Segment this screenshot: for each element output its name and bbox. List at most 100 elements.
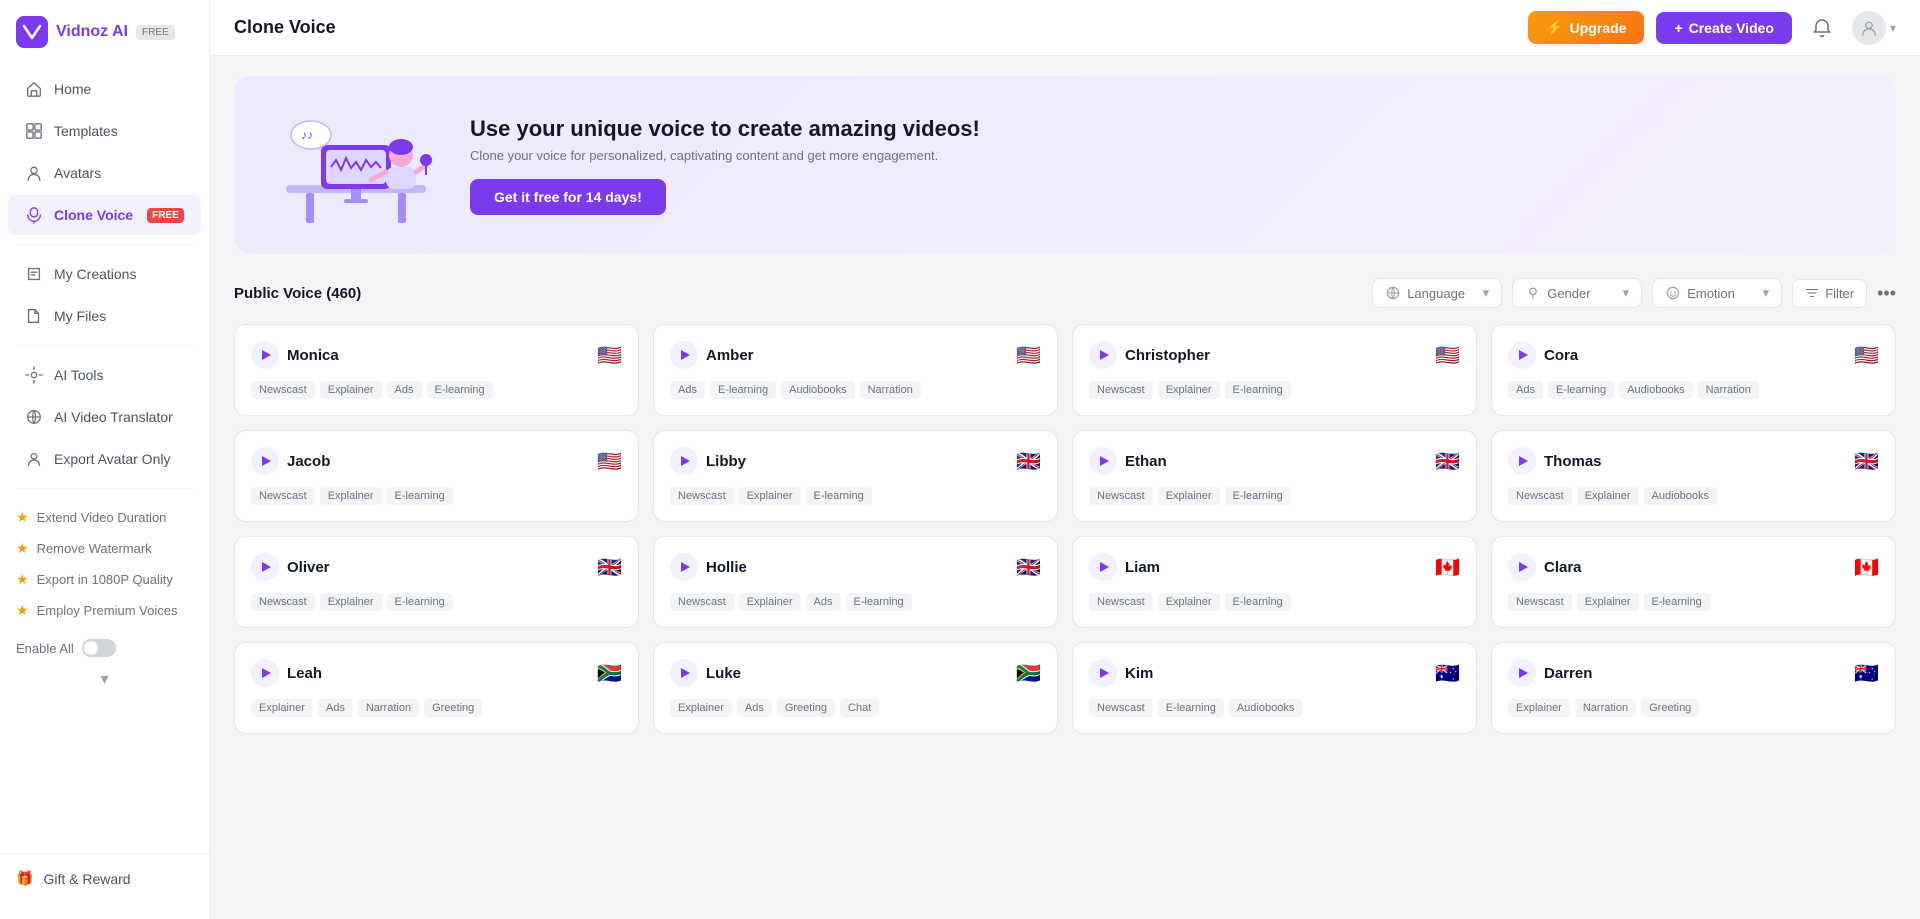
voice-tag: Ads — [1508, 381, 1543, 399]
play-button[interactable] — [670, 553, 698, 581]
voice-card[interactable]: Leah 🇿🇦 ExplainerAdsNarrationGreeting — [234, 642, 639, 734]
flag-icon: 🇺🇸 — [1435, 343, 1460, 368]
play-button[interactable] — [1508, 553, 1536, 581]
sidebar-collapse-btn[interactable]: ▾ — [0, 665, 209, 693]
get-free-button[interactable]: Get it free for 14 days! — [470, 179, 666, 215]
create-video-button[interactable]: + Create Video — [1656, 12, 1792, 44]
voice-card[interactable]: Kim 🇦🇺 NewscastE-learningAudiobooks — [1072, 642, 1477, 734]
globe-icon — [1385, 285, 1401, 301]
play-icon — [1519, 562, 1528, 572]
voice-card[interactable]: Thomas 🇬🇧 NewscastExplainerAudiobooks — [1491, 430, 1896, 522]
more-options-button[interactable]: ••• — [1877, 283, 1896, 304]
sidebar-item-gift[interactable]: 🎁 Gift & Reward — [16, 862, 193, 895]
voice-tags: NewscastExplainerE-learning — [251, 487, 622, 505]
sidebar-item-clone-voice[interactable]: Clone Voice FREE — [8, 195, 201, 235]
voice-card[interactable]: Oliver 🇬🇧 NewscastExplainerE-learning — [234, 536, 639, 628]
voice-card[interactable]: Ethan 🇬🇧 NewscastExplainerE-learning — [1072, 430, 1477, 522]
play-button[interactable] — [1089, 553, 1117, 581]
voice-card[interactable]: Monica 🇺🇸 NewscastExplainerAdsE-learning — [234, 324, 639, 416]
play-button[interactable] — [670, 447, 698, 475]
play-button[interactable] — [1508, 341, 1536, 369]
sidebar-item-ai-video-translator[interactable]: AI Video Translator — [8, 397, 201, 437]
voice-name: Monica — [287, 347, 339, 364]
filter-left: Public Voice (460) — [234, 285, 361, 302]
play-icon — [1519, 668, 1528, 678]
premium-export-1080p: ★ Export in 1080P Quality — [16, 567, 193, 592]
voice-card[interactable]: Cora 🇺🇸 AdsE-learningAudiobooksNarration — [1491, 324, 1896, 416]
sidebar-item-my-creations[interactable]: My Creations — [8, 254, 201, 294]
voice-name: Amber — [706, 347, 754, 364]
star-icon-2: ★ — [16, 540, 29, 557]
voice-name: Liam — [1125, 559, 1160, 576]
play-button[interactable] — [1089, 341, 1117, 369]
filter-button[interactable]: Filter — [1792, 279, 1867, 308]
voice-tag: Narration — [358, 699, 419, 717]
voice-name-row: Ethan — [1089, 447, 1167, 475]
voice-tag: Explainer — [1577, 593, 1639, 611]
upgrade-button[interactable]: ⚡ Upgrade — [1528, 11, 1644, 44]
play-icon — [1100, 562, 1109, 572]
voice-name: Libby — [706, 453, 746, 470]
voice-tag: Greeting — [1641, 699, 1699, 717]
voice-card[interactable]: Hollie 🇬🇧 NewscastExplainerAdsE-learning — [653, 536, 1058, 628]
voice-card[interactable]: Libby 🇬🇧 NewscastExplainerE-learning — [653, 430, 1058, 522]
voice-tags: NewscastExplainerE-learning — [1089, 381, 1460, 399]
voice-tag: Newscast — [1508, 593, 1572, 611]
voice-tag: Newscast — [670, 593, 734, 611]
voice-tag: Newscast — [1089, 699, 1153, 717]
user-avatar-btn[interactable]: ▾ — [1852, 11, 1896, 45]
avatars-icon — [24, 163, 44, 183]
play-button[interactable] — [1508, 659, 1536, 687]
voice-tag: Explainer — [739, 593, 801, 611]
voice-name: Luke — [706, 665, 741, 682]
sidebar-item-my-files[interactable]: My Files — [8, 296, 201, 336]
logo: Vidnoz AI FREE — [0, 16, 209, 68]
voice-tags: NewscastExplainerAdsE-learning — [251, 381, 622, 399]
play-icon — [262, 350, 271, 360]
play-button[interactable] — [1089, 447, 1117, 475]
premium-voices-label: Employ Premium Voices — [37, 603, 178, 618]
voice-card[interactable]: Amber 🇺🇸 AdsE-learningAudiobooksNarratio… — [653, 324, 1058, 416]
sidebar-item-export-avatar-only[interactable]: Export Avatar Only — [8, 439, 201, 479]
premium-voices: ★ Employ Premium Voices — [16, 598, 193, 623]
sidebar-item-templates[interactable]: Templates — [8, 111, 201, 151]
play-icon — [1519, 350, 1528, 360]
voice-name: Thomas — [1544, 453, 1602, 470]
play-button[interactable] — [670, 341, 698, 369]
voice-tag: Ads — [670, 381, 705, 399]
emotion-filter[interactable]: Emotion ▾ — [1652, 278, 1782, 308]
voice-card[interactable]: Jacob 🇺🇸 NewscastExplainerE-learning — [234, 430, 639, 522]
play-button[interactable] — [670, 659, 698, 687]
flag-icon: 🇦🇺 — [1854, 661, 1879, 686]
language-filter[interactable]: Language ▾ — [1372, 278, 1502, 308]
play-button[interactable] — [251, 553, 279, 581]
my-files-icon — [24, 306, 44, 326]
play-button[interactable] — [1508, 447, 1536, 475]
sidebar-item-ai-tools[interactable]: AI Tools — [8, 355, 201, 395]
voice-card[interactable]: Clara 🇨🇦 NewscastExplainerE-learning — [1491, 536, 1896, 628]
voice-tags: NewscastExplainerE-learning — [251, 593, 622, 611]
voice-card[interactable]: Darren 🇦🇺 ExplainerNarrationGreeting — [1491, 642, 1896, 734]
voice-name: Christopher — [1125, 347, 1210, 364]
play-button[interactable] — [251, 659, 279, 687]
play-button[interactable] — [251, 447, 279, 475]
voice-card[interactable]: Christopher 🇺🇸 NewscastExplainerE-learni… — [1072, 324, 1477, 416]
voice-card[interactable]: Liam 🇨🇦 NewscastExplainerE-learning — [1072, 536, 1477, 628]
notification-bell[interactable] — [1804, 10, 1840, 46]
voice-tag: Explainer — [1158, 593, 1220, 611]
sidebar-item-home[interactable]: Home — [8, 69, 201, 109]
gender-filter[interactable]: Gender ▾ — [1512, 278, 1642, 308]
sidebar-item-avatars[interactable]: Avatars — [8, 153, 201, 193]
voice-name-row: Libby — [670, 447, 746, 475]
voice-card-header: Liam 🇨🇦 — [1089, 553, 1460, 581]
voice-tag: E-learning — [1225, 593, 1291, 611]
premium-extend-video: ★ Extend Video Duration — [16, 505, 193, 530]
voice-tag: Newscast — [251, 381, 315, 399]
play-button[interactable] — [1089, 659, 1117, 687]
play-button[interactable] — [251, 341, 279, 369]
voice-name-row: Hollie — [670, 553, 747, 581]
voice-tag: Newscast — [1508, 487, 1572, 505]
enable-all-toggle[interactable] — [82, 639, 116, 657]
voice-card[interactable]: Luke 🇿🇦 ExplainerAdsGreetingChat — [653, 642, 1058, 734]
voice-tag: Explainer — [1158, 381, 1220, 399]
